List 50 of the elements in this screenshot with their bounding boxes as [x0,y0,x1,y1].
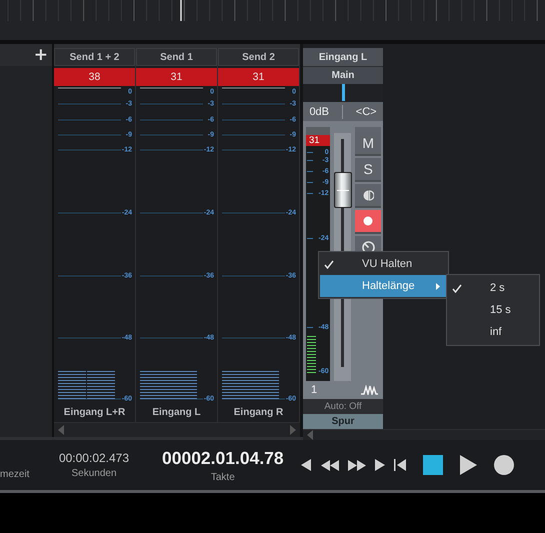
knob-icon [362,240,375,254]
pan-value: <C> [356,106,377,118]
peak-value: 38 [54,68,135,86]
channel-number: 1 [311,384,318,396]
source-label: Eingang R [232,407,284,420]
track-type-label: Spur [303,414,383,429]
bars-display: 00002.01.04.78 [162,448,284,468]
menu-item[interactable]: inf [448,321,538,343]
solo-button[interactable]: S [355,158,381,182]
channel-name: Send 2 [218,48,299,66]
fader-handle[interactable] [334,172,352,208]
play-icon[interactable] [460,455,477,475]
source-label: Eingang L+R [62,407,126,420]
peak-value: 31 [136,68,217,86]
forward-icon[interactable] [374,459,385,471]
channel-name: Send 1 [136,48,217,66]
channel-name: Send 1 + 2 [54,48,135,66]
seconds-display: 00:00:02.473 [58,451,130,465]
output-selector[interactable]: Main [303,67,383,84]
time-format-label: mezeit [0,469,30,480]
menu-item-label: VU Halten [362,258,412,270]
automation-mode[interactable]: Auto: Off [303,399,383,414]
waveform-icon[interactable] [361,385,378,395]
source-label: Eingang L [151,407,202,420]
time-format-label: Takte [210,472,235,482]
menu-item[interactable]: 15 s [448,299,538,321]
speaker-icon [362,190,374,200]
fast-forward-icon[interactable] [348,460,366,470]
menu-item[interactable]: 2 s [448,277,538,299]
volume-value: 0dB [309,106,330,118]
record-icon [363,216,374,226]
menu-item[interactable]: Haltelänge [320,275,447,297]
menu-item-label: inf [490,326,502,338]
rewind-icon[interactable] [320,460,339,470]
record-icon[interactable] [494,455,514,475]
menu-item-label: 2 s [490,282,505,294]
peak-value: 31 [306,135,330,146]
back-icon[interactable] [300,459,312,471]
menu-item[interactable]: VU Halten [320,253,447,275]
menu-item-label: Haltelänge [362,280,415,292]
peak-value: 31 [218,68,299,86]
channel-name: Eingang L [303,48,383,67]
monitor-button[interactable] [355,184,381,208]
record-arm-button[interactable] [355,210,381,234]
time-format-label: Sekunden [71,468,117,479]
stop-icon[interactable] [422,455,443,475]
pan-slider[interactable] [303,84,383,102]
return-to-start-icon[interactable] [394,459,406,471]
mute-button[interactable]: M [355,132,381,156]
menu-item-label: 15 s [490,304,511,316]
